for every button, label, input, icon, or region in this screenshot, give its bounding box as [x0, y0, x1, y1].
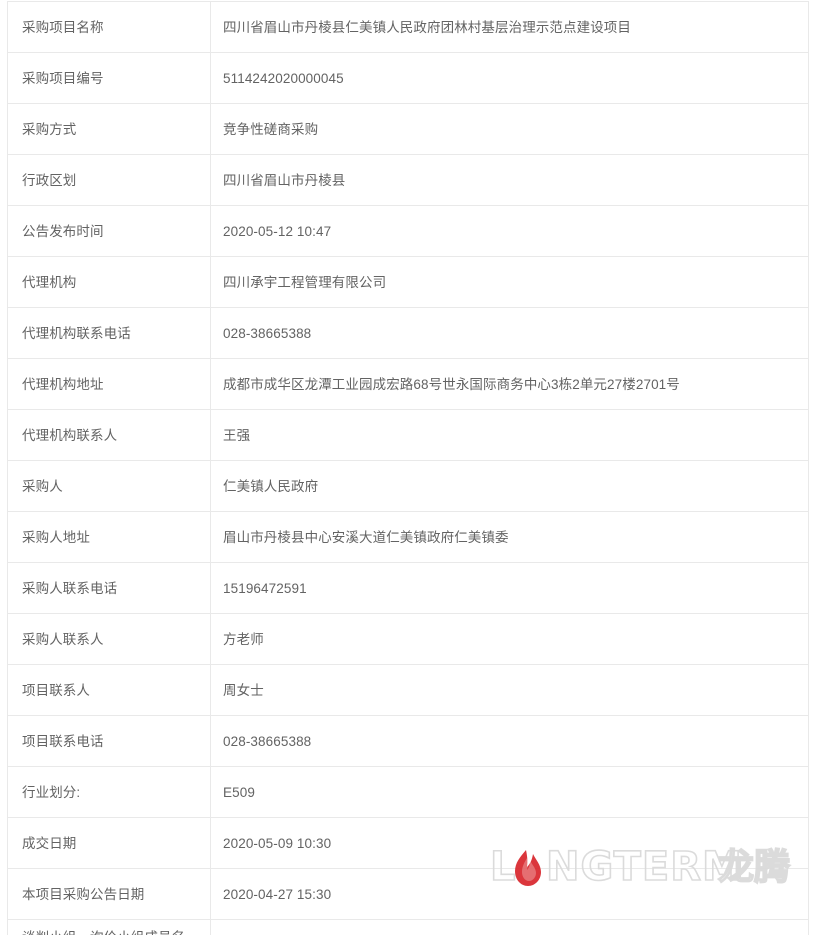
row-value: 028-38665388	[210, 307, 809, 359]
procurement-info-table: 采购项目名称 四川省眉山市丹棱县仁美镇人民政府团林村基层治理示范点建设项目 采购…	[7, 1, 809, 935]
table-row: 采购人联系人 方老师	[7, 613, 809, 665]
row-label-line1: 谈判小组、询价小组成员名单及	[22, 927, 198, 935]
table-row: 公告发布时间 2020-05-12 10:47	[7, 205, 809, 257]
row-value: 四川省眉山市丹棱县仁美镇人民政府团林村基层治理示范点建设项目	[210, 1, 809, 53]
row-label: 谈判小组、询价小组成员名单及 单一来源采购人名单	[7, 919, 211, 935]
row-value: 四川承宇工程管理有限公司	[210, 256, 809, 308]
row-label: 行政区划	[7, 154, 211, 206]
table-row: 采购方式 竞争性磋商采购	[7, 103, 809, 155]
announcement-page: 采购项目名称 四川省眉山市丹棱县仁美镇人民政府团林村基层治理示范点建设项目 采购…	[0, 0, 817, 935]
table-row: 采购人地址 眉山市丹棱县中心安溪大道仁美镇政府仁美镇委	[7, 511, 809, 563]
table-row: 采购项目名称 四川省眉山市丹棱县仁美镇人民政府团林村基层治理示范点建设项目	[7, 1, 809, 53]
row-value: 眉山市丹棱县中心安溪大道仁美镇政府仁美镇委	[210, 511, 809, 563]
table-row: 本项目采购公告日期 2020-04-27 15:30	[7, 868, 809, 920]
row-value: 竞争性磋商采购	[210, 103, 809, 155]
row-label: 代理机构联系电话	[7, 307, 211, 359]
table-row: 代理机构联系人 王强	[7, 409, 809, 461]
row-value: E509	[210, 766, 809, 818]
row-label: 采购人地址	[7, 511, 211, 563]
row-label: 代理机构地址	[7, 358, 211, 410]
row-label: 代理机构联系人	[7, 409, 211, 461]
table-row: 项目联系人 周女士	[7, 664, 809, 716]
table-row: 采购项目编号 5114242020000045	[7, 52, 809, 104]
row-value: 2020-05-09 10:30	[210, 817, 809, 869]
row-label: 采购方式	[7, 103, 211, 155]
table-row: 采购人联系电话 15196472591	[7, 562, 809, 614]
row-value: 方老师	[210, 613, 809, 665]
row-value: 成都市成华区龙潭工业园成宏路68号世永国际商务中心3栋2单元27楼2701号	[210, 358, 809, 410]
table-body: 采购项目名称 四川省眉山市丹棱县仁美镇人民政府团林村基层治理示范点建设项目 采购…	[7, 1, 809, 935]
row-value: 四川省眉山市丹棱县	[210, 154, 809, 206]
row-value: 仁美镇人民政府	[210, 460, 809, 512]
row-value: 组长：帅海 SC1402639，组员：唐流英 SC1416667,采购业主代表：…	[210, 919, 809, 935]
row-value: 028-38665388	[210, 715, 809, 767]
row-value: 5114242020000045	[210, 52, 809, 104]
row-label: 成交日期	[7, 817, 211, 869]
table-row: 行业划分: E509	[7, 766, 809, 818]
row-value: 王强	[210, 409, 809, 461]
table-row: 代理机构地址 成都市成华区龙潭工业园成宏路68号世永国际商务中心3栋2单元27楼…	[7, 358, 809, 410]
row-label: 项目联系人	[7, 664, 211, 716]
table-row: 成交日期 2020-05-09 10:30	[7, 817, 809, 869]
table-row: 行政区划 四川省眉山市丹棱县	[7, 154, 809, 206]
row-label: 采购项目编号	[7, 52, 211, 104]
table-row: 谈判小组、询价小组成员名单及 单一来源采购人名单 组长：帅海 SC1402639…	[7, 919, 809, 935]
row-label: 项目联系电话	[7, 715, 211, 767]
row-value: 15196472591	[210, 562, 809, 614]
row-label: 采购人联系人	[7, 613, 211, 665]
table-row: 代理机构 四川承宇工程管理有限公司	[7, 256, 809, 308]
row-label: 行业划分:	[7, 766, 211, 818]
row-label: 采购项目名称	[7, 1, 211, 53]
row-label: 公告发布时间	[7, 205, 211, 257]
row-label: 代理机构	[7, 256, 211, 308]
row-label: 采购人联系电话	[7, 562, 211, 614]
table-row: 采购人 仁美镇人民政府	[7, 460, 809, 512]
row-value: 周女士	[210, 664, 809, 716]
row-value: 2020-05-12 10:47	[210, 205, 809, 257]
row-label: 本项目采购公告日期	[7, 868, 211, 920]
table-row: 代理机构联系电话 028-38665388	[7, 307, 809, 359]
row-label: 采购人	[7, 460, 211, 512]
row-value: 2020-04-27 15:30	[210, 868, 809, 920]
table-row: 项目联系电话 028-38665388	[7, 715, 809, 767]
